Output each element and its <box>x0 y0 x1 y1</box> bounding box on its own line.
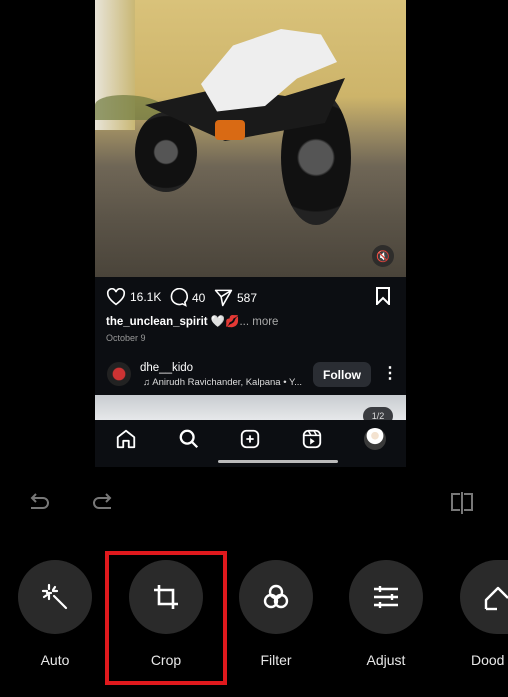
follow-button[interactable]: Follow <box>313 362 371 387</box>
next-post-photo <box>95 395 406 420</box>
caption[interactable]: the_unclean_spirit 🤍💋... more <box>106 314 278 328</box>
song-text: Anirudh Ravichander, Kalpana • Y... <box>152 377 303 388</box>
sliders-icon <box>374 586 398 608</box>
crop-highlight-box <box>105 551 227 685</box>
comment-button[interactable]: 40 <box>169 288 205 307</box>
home-icon[interactable] <box>115 428 137 450</box>
comment-count: 40 <box>192 290 206 305</box>
search-icon[interactable] <box>178 428 200 450</box>
instagram-screenshot-preview: 🔇 16.1K 40 587 the_unclean_spirit 🤍💋... … <box>95 0 406 467</box>
compare-icon[interactable] <box>449 490 475 516</box>
caption-emoji: 🤍💋 <box>210 316 240 328</box>
doodle-icon <box>484 586 508 611</box>
reels-icon[interactable] <box>301 428 323 450</box>
adjust-label: Adjust <box>366 652 406 668</box>
bike-engine <box>215 120 245 140</box>
post-date: October 9 <box>106 333 146 343</box>
create-icon[interactable] <box>239 428 261 450</box>
auto-label: Auto <box>40 652 70 668</box>
filter-icon <box>263 584 289 609</box>
magic-wand-icon <box>41 583 68 610</box>
next-username[interactable]: dhe__kido <box>140 362 193 374</box>
doodle-button[interactable] <box>460 560 508 634</box>
more-link[interactable]: ... more <box>239 316 278 328</box>
share-button[interactable]: 587 <box>214 288 257 307</box>
undo-icon[interactable] <box>28 490 52 514</box>
comment-icon <box>170 288 188 307</box>
share-count: 587 <box>237 290 258 305</box>
filter-label: Filter <box>260 652 292 668</box>
avatar[interactable] <box>107 362 131 386</box>
filter-button[interactable] <box>239 560 313 634</box>
heart-icon <box>106 288 126 306</box>
caption-username[interactable]: the_unclean_spirit <box>106 316 208 328</box>
song-info[interactable]: ♫ Anirudh Ravichander, Kalpana • Y... <box>143 377 302 388</box>
mute-icon[interactable]: 🔇 <box>372 245 394 267</box>
doodle-label: Dood <box>471 652 505 668</box>
home-indicator <box>218 460 338 463</box>
send-icon <box>214 289 233 307</box>
post-photo: 🔇 <box>95 0 406 277</box>
music-icon: ♫ <box>143 377 153 388</box>
adjust-button[interactable] <box>349 560 423 634</box>
auto-button[interactable] <box>18 560 92 634</box>
like-button[interactable]: 16.1K <box>106 288 161 306</box>
more-options-icon[interactable]: ⋮ <box>382 363 398 383</box>
redo-icon[interactable] <box>90 490 114 514</box>
profile-icon[interactable] <box>364 428 386 450</box>
bookmark-icon[interactable] <box>375 287 391 305</box>
like-count: 16.1K <box>130 290 162 304</box>
